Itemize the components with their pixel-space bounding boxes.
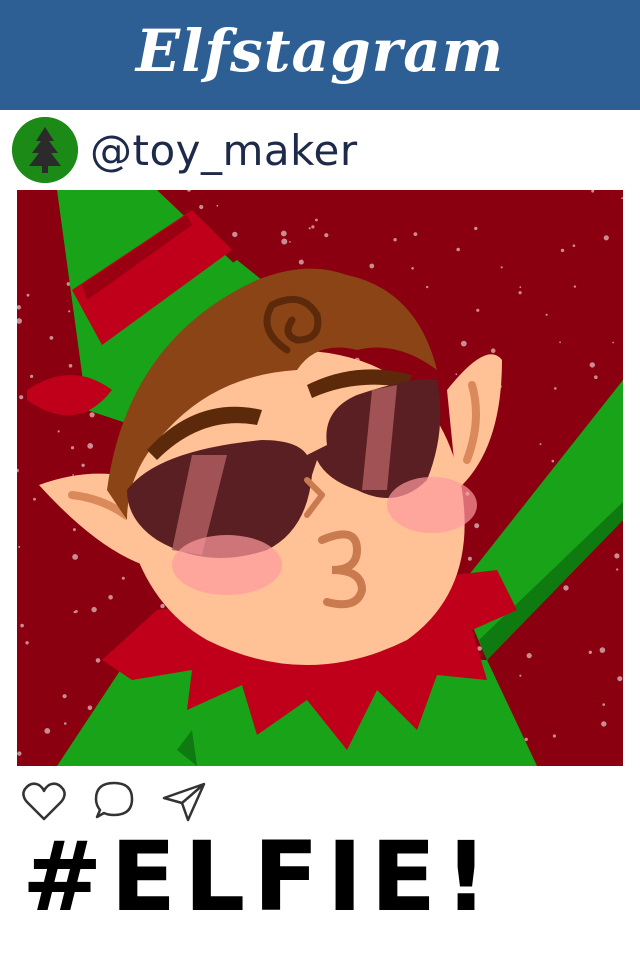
snow-speck	[474, 523, 480, 529]
snow-speck	[315, 218, 318, 222]
app-header: Elfstagram	[0, 0, 640, 110]
snow-speck	[87, 705, 93, 711]
snow-speck	[68, 310, 71, 313]
snow-speck	[91, 606, 97, 613]
snow-speck	[393, 238, 397, 242]
snow-speck	[612, 341, 614, 344]
snow-speck	[589, 362, 595, 368]
snow-speck	[121, 576, 125, 580]
snow-speck	[72, 528, 76, 532]
pine-tree-icon	[12, 117, 78, 183]
snow-speck	[160, 603, 165, 609]
snow-speck	[426, 285, 429, 289]
snow-speck	[560, 248, 565, 253]
snow-speck	[616, 568, 619, 571]
snow-speck	[617, 676, 623, 682]
snow-speck	[30, 374, 34, 378]
snow-speck	[552, 734, 557, 738]
snow-speck	[518, 291, 522, 295]
share-button[interactable]	[160, 777, 208, 825]
snow-speck	[519, 286, 522, 289]
elf-selfie-illustration	[17, 190, 623, 766]
snow-speck	[280, 230, 287, 237]
snow-speck	[551, 459, 555, 463]
snow-speck	[95, 658, 101, 663]
snow-speck	[559, 341, 561, 344]
snow-speck	[57, 430, 60, 433]
snow-speck	[519, 674, 522, 677]
snow-speck	[308, 227, 311, 230]
snow-speck	[324, 233, 329, 238]
snow-speck	[500, 266, 503, 269]
snow-speck	[311, 225, 315, 229]
heart-icon	[22, 782, 66, 821]
snow-speck	[216, 204, 219, 207]
paper-plane-icon	[162, 782, 206, 822]
snow-speck	[44, 728, 51, 734]
snow-speck	[289, 241, 291, 243]
snow-speck	[72, 474, 74, 476]
snow-speck	[411, 267, 414, 270]
snow-speck	[614, 553, 620, 559]
snow-speck	[26, 293, 30, 297]
snow-speck	[490, 348, 496, 353]
snow-speck	[539, 443, 542, 446]
snow-speck	[18, 545, 21, 548]
snow-speck	[62, 694, 67, 699]
comment-button[interactable]	[90, 777, 138, 825]
speech-bubble-icon	[94, 781, 134, 819]
like-button[interactable]	[20, 777, 68, 825]
snow-speck	[199, 204, 204, 210]
snow-speck	[108, 595, 113, 600]
snow-speck	[413, 232, 418, 236]
snow-speck	[25, 641, 29, 645]
snow-speck	[603, 235, 609, 241]
snow-speck	[572, 244, 576, 247]
snow-speck	[526, 653, 532, 659]
snow-speck	[89, 412, 95, 418]
snow-speck	[602, 703, 605, 706]
snow-speck	[72, 554, 78, 560]
snow-speck	[49, 336, 54, 340]
post-header: @toy_maker	[0, 112, 640, 188]
post-actions	[20, 776, 208, 826]
snow-speck	[563, 585, 569, 591]
snow-speck	[601, 721, 607, 727]
snow-speck	[467, 556, 472, 561]
snow-speck	[232, 231, 238, 238]
snow-speck	[281, 238, 288, 245]
username[interactable]: @toy_maker	[90, 126, 358, 175]
post-photo[interactable]	[17, 190, 623, 766]
snow-speck	[33, 497, 36, 501]
snow-speck	[68, 364, 73, 368]
snow-speck	[474, 226, 478, 231]
snow-speck	[456, 247, 461, 252]
snow-speck	[476, 308, 480, 312]
snow-speck	[460, 340, 467, 347]
snow-speck	[573, 285, 577, 288]
snow-speck	[70, 446, 75, 450]
user-avatar[interactable]	[12, 117, 78, 183]
app-title: Elfstagram	[135, 17, 505, 85]
snow-speck	[20, 623, 24, 628]
snow-speck	[81, 463, 85, 467]
snow-speck	[455, 373, 458, 376]
snow-speck	[64, 722, 67, 725]
snow-speck	[594, 375, 598, 379]
snow-speck	[369, 263, 375, 269]
snow-speck	[621, 197, 623, 200]
snow-speck	[554, 387, 557, 390]
snow-speck	[588, 650, 592, 654]
snow-speck	[545, 313, 548, 316]
snow-speck	[599, 647, 606, 653]
snow-speck	[87, 443, 94, 449]
snow-speck	[17, 751, 22, 756]
snow-speck	[75, 610, 78, 613]
post-caption: #ELFIE!	[22, 821, 496, 933]
snow-speck	[298, 259, 304, 265]
snow-speck	[19, 395, 24, 400]
